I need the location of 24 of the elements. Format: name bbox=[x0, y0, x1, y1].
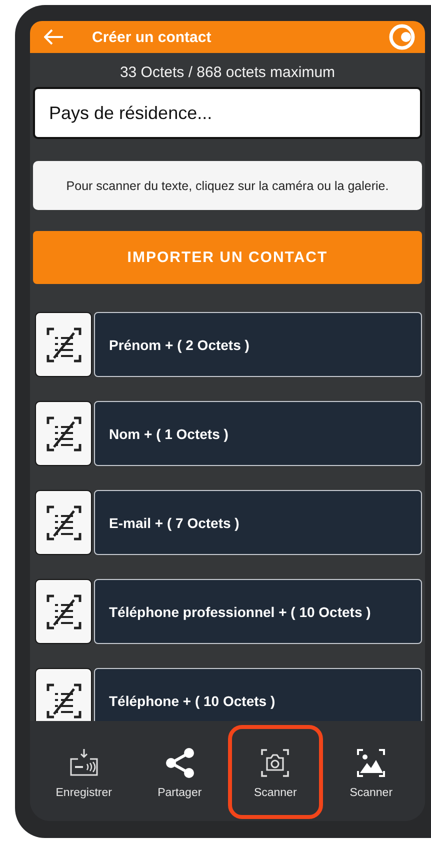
nav-button[interactable]: Enregistrer bbox=[36, 725, 132, 815]
nav-button[interactable]: Partager bbox=[132, 725, 228, 815]
contact-field-button[interactable]: Nom + ( 1 Octets ) bbox=[94, 401, 422, 466]
image-scan-icon bbox=[355, 747, 388, 779]
share-icon bbox=[164, 747, 196, 779]
nav-button[interactable]: Scanner bbox=[228, 725, 324, 819]
logo-icon bbox=[389, 24, 415, 50]
contact-field-button[interactable]: Prénom + ( 2 Octets ) bbox=[94, 312, 422, 377]
text-scan-button[interactable] bbox=[35, 579, 92, 644]
camera-scan-icon bbox=[259, 747, 292, 779]
text-scan-button[interactable] bbox=[35, 668, 92, 721]
byte-count: 33 Octets / 868 octets maximum bbox=[118, 63, 336, 83]
back-arrow-icon[interactable] bbox=[44, 29, 64, 45]
contact-field-button[interactable]: E-mail + ( 7 Octets ) bbox=[94, 490, 422, 555]
nfc-download-icon bbox=[68, 747, 100, 779]
contact-field-button[interactable]: Téléphone professionnel + ( 10 Octets ) bbox=[94, 579, 422, 644]
contact-field-button[interactable]: Téléphone + ( 10 Octets ) bbox=[94, 668, 422, 721]
text-scan-button[interactable] bbox=[35, 401, 92, 466]
text-scan-button[interactable] bbox=[35, 490, 92, 555]
screen-title: Créer un contact bbox=[92, 28, 212, 46]
country-field[interactable]: Pays de résidence... bbox=[33, 87, 422, 139]
text-scan-button[interactable] bbox=[35, 312, 92, 377]
nav-button[interactable]: Scanner bbox=[323, 725, 419, 815]
hint-text: Pour scanner du texte, cliquez sur la caméra ou la galerie. bbox=[33, 161, 422, 210]
